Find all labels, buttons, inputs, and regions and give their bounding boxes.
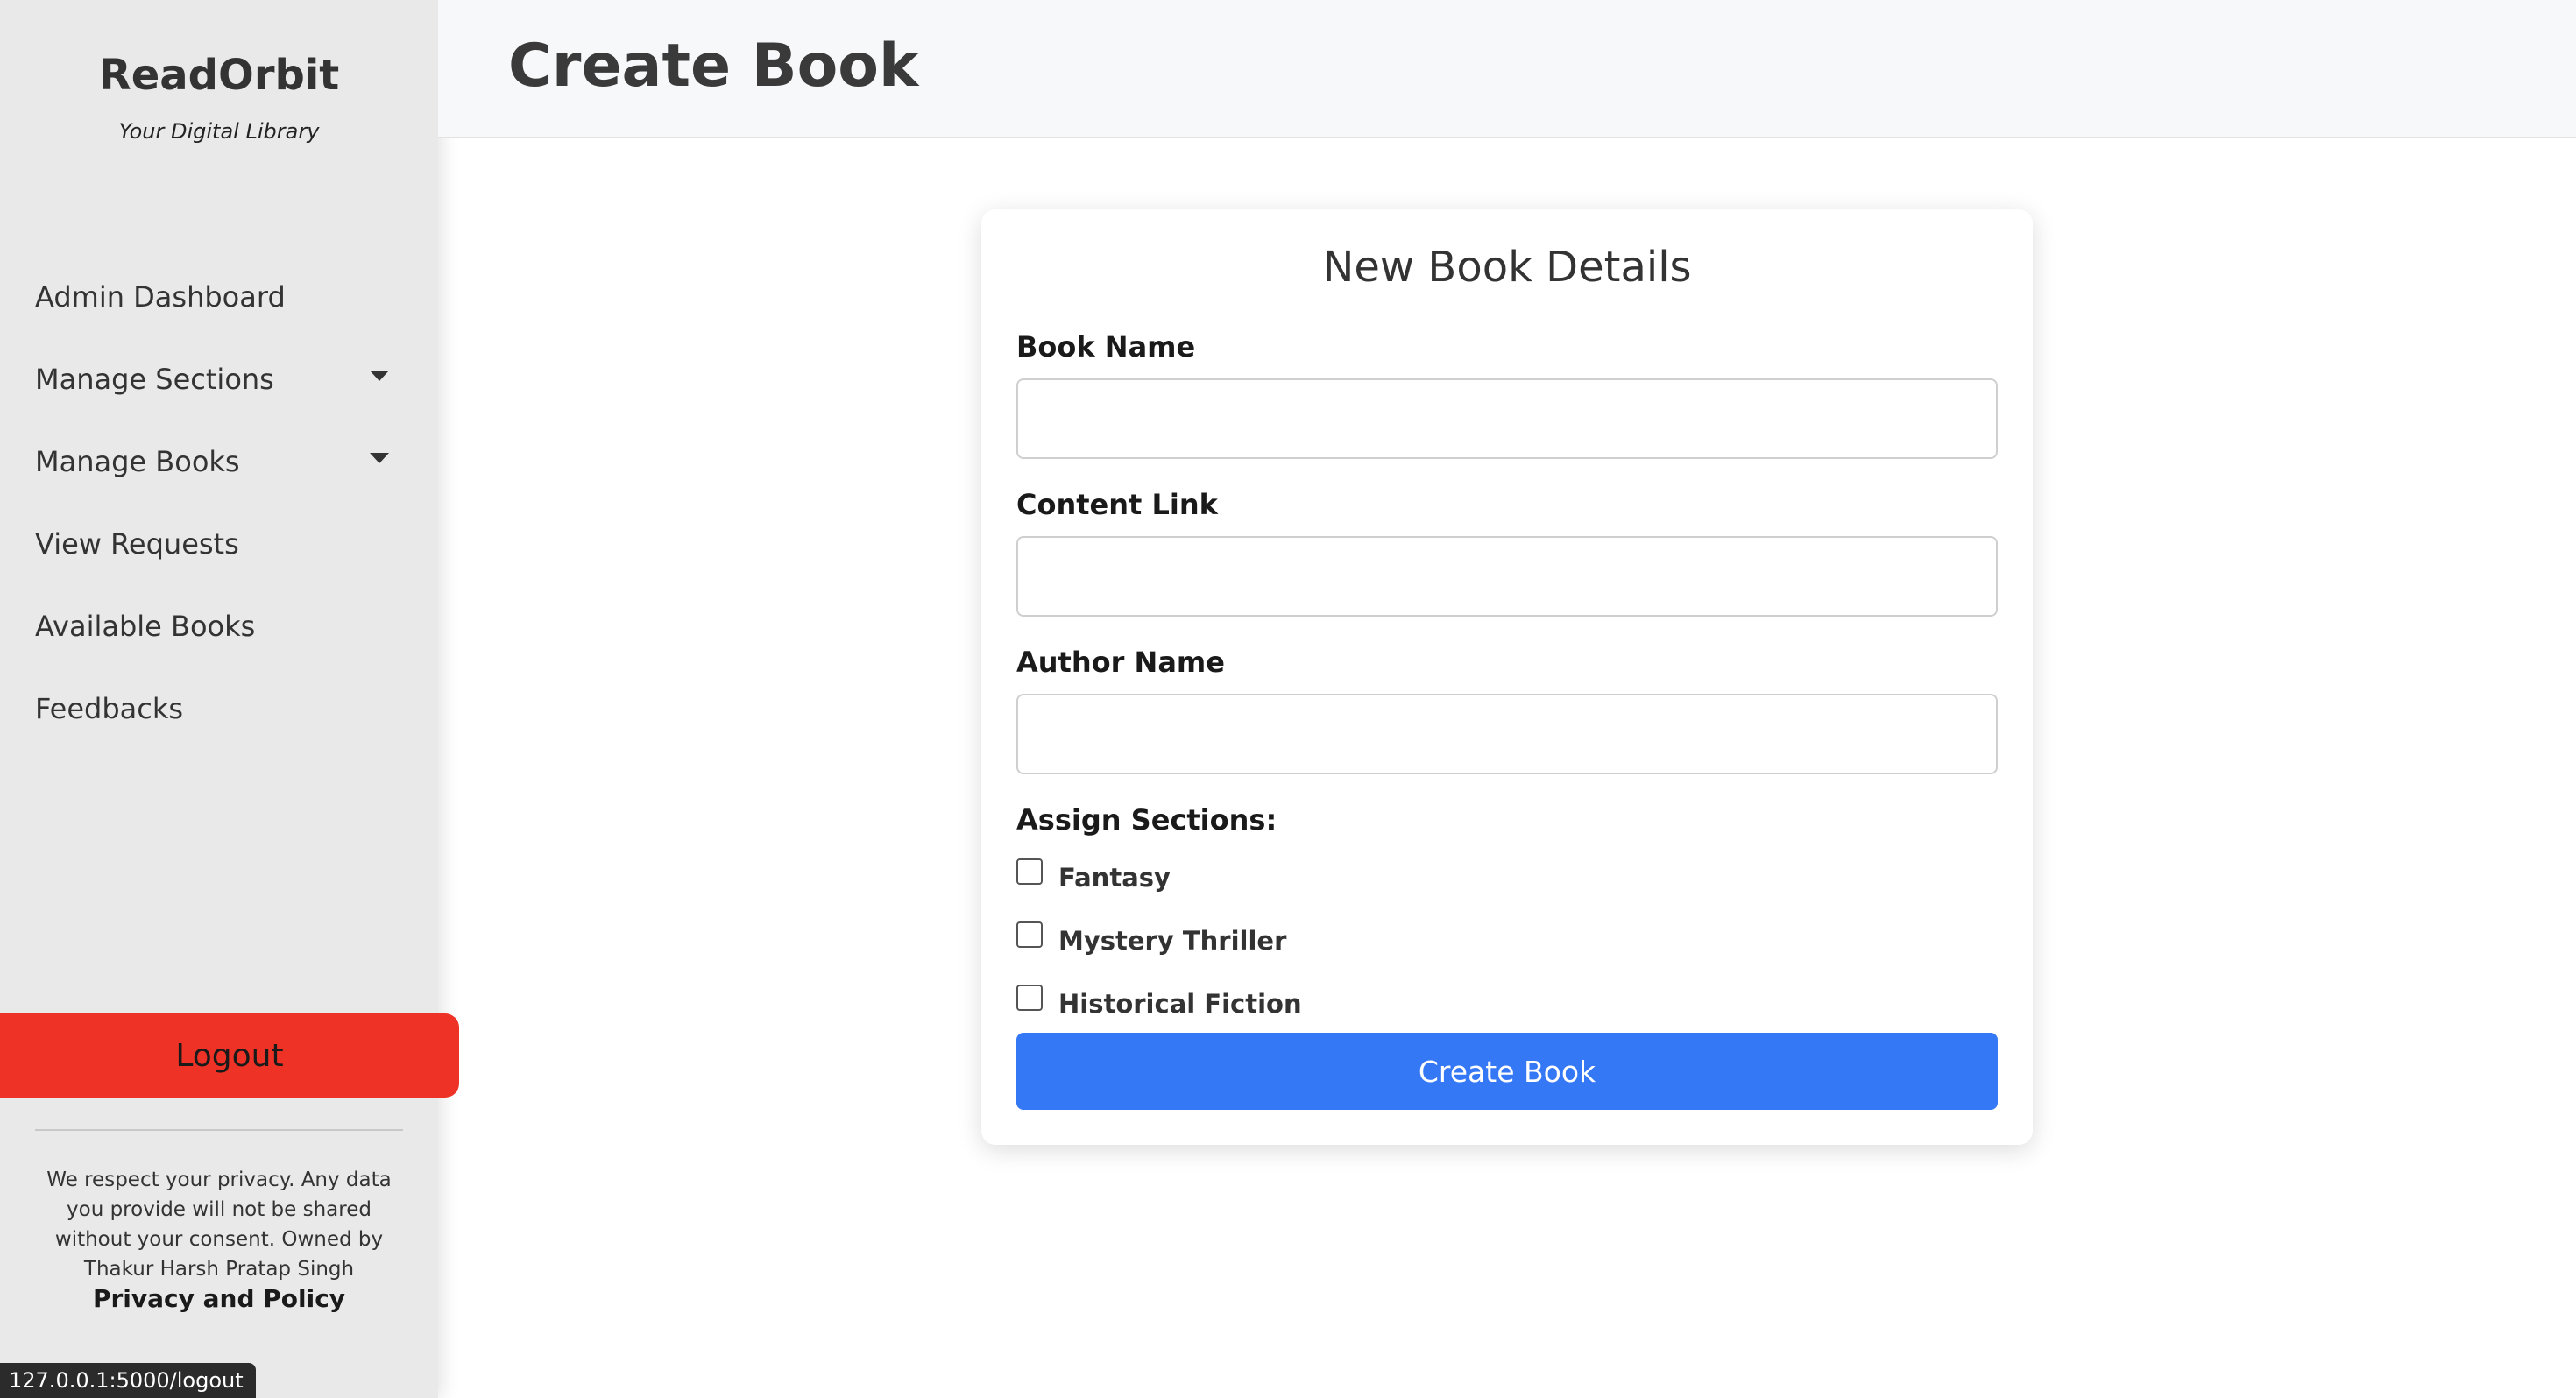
status-bar-url: 127.0.0.1:5000/logout xyxy=(0,1363,256,1398)
page-header: Create Book xyxy=(438,0,2576,138)
section-option-historical-fiction[interactable]: Historical Fiction xyxy=(1016,978,1302,1030)
book-name-label: Book Name xyxy=(1016,330,1196,364)
sidebar-item-view-requests[interactable]: View Requests xyxy=(0,503,438,585)
logout-button[interactable]: Logout xyxy=(0,1013,459,1098)
sidebar-item-manage-books[interactable]: Manage Books xyxy=(0,420,438,503)
sidebar-item-available-books[interactable]: Available Books xyxy=(0,585,438,667)
section-option-label: Mystery Thriller xyxy=(1058,926,1287,956)
section-option-fantasy[interactable]: Fantasy xyxy=(1016,851,1171,904)
sidebar-item-label: Available Books xyxy=(35,610,256,643)
create-book-button[interactable]: Create Book xyxy=(1016,1033,1998,1110)
sidebar-item-label: Admin Dashboard xyxy=(35,280,286,314)
sidebar-item-label: Manage Books xyxy=(35,445,240,478)
sidebar-nav: Admin Dashboard Manage Sections Manage B… xyxy=(0,256,438,750)
historical-fiction-checkbox[interactable] xyxy=(1016,985,1043,1011)
privacy-policy-link[interactable]: Privacy and Policy xyxy=(0,1284,438,1313)
sidebar-divider xyxy=(35,1129,403,1131)
fantasy-checkbox[interactable] xyxy=(1016,858,1043,885)
book-name-input[interactable] xyxy=(1016,378,1998,459)
privacy-notice: We respect your privacy. Any data you pr… xyxy=(46,1169,392,1281)
sidebar-item-label: View Requests xyxy=(35,527,239,561)
content-link-label: Content Link xyxy=(1016,488,1218,521)
sidebar-item-label: Manage Sections xyxy=(35,363,274,396)
section-option-label: Fantasy xyxy=(1058,863,1171,893)
form-title: New Book Details xyxy=(1322,243,1692,292)
sidebar-item-label: Feedbacks xyxy=(35,692,184,725)
content-link-input[interactable] xyxy=(1016,536,1998,617)
brand-logo-text: ReadOrbit xyxy=(98,51,340,100)
assign-sections-label: Assign Sections: xyxy=(1016,803,1277,837)
brand-tagline: Your Digital Library xyxy=(118,119,320,144)
page-title: Create Book xyxy=(508,32,919,101)
author-name-label: Author Name xyxy=(1016,646,1225,679)
sidebar-item-admin-dashboard[interactable]: Admin Dashboard xyxy=(0,256,438,338)
sidebar-item-feedbacks[interactable]: Feedbacks xyxy=(0,667,438,750)
section-option-mystery-thriller[interactable]: Mystery Thriller xyxy=(1016,914,1286,967)
create-book-form-card: New Book Details Book Name Content Link … xyxy=(981,209,2033,1145)
caret-down-icon[interactable] xyxy=(370,453,389,463)
sidebar-item-manage-sections[interactable]: Manage Sections xyxy=(0,338,438,420)
author-name-input[interactable] xyxy=(1016,694,1998,774)
sidebar: ReadOrbit Your Digital Library Admin Das… xyxy=(0,0,438,1398)
section-option-label: Historical Fiction xyxy=(1058,989,1302,1019)
caret-down-icon[interactable] xyxy=(370,371,389,381)
mystery-thriller-checkbox[interactable] xyxy=(1016,921,1043,948)
